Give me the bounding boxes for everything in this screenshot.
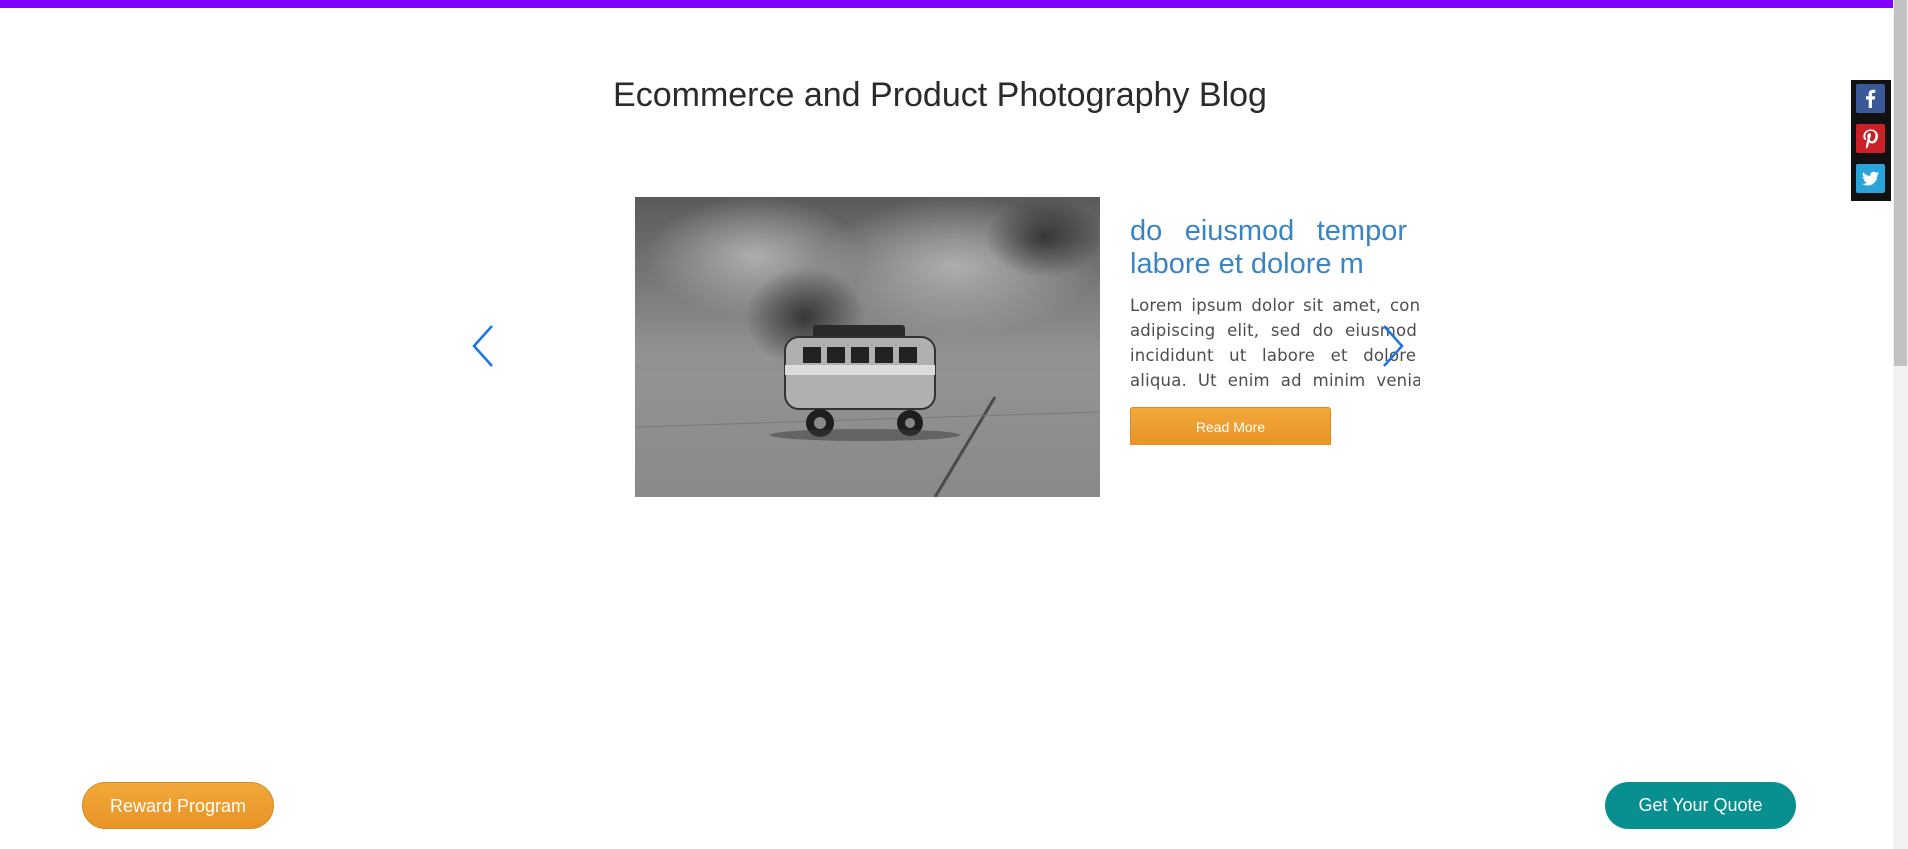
chevron-left-icon [472, 325, 493, 367]
page-title: Ecommerce and Product Photography Blog [613, 76, 1267, 114]
twitter-icon [1862, 171, 1880, 186]
top-accent-bar [0, 0, 1893, 8]
twitter-share-button[interactable] [1856, 164, 1885, 193]
page: Ecommerce and Product Photography Blog d… [0, 0, 1908, 849]
social-share-bar [1851, 80, 1891, 201]
carousel-prev-button[interactable] [462, 316, 502, 376]
post-title[interactable]: do eiusmod tempor labore et dolore m [1130, 215, 1407, 281]
facebook-icon [1866, 89, 1876, 108]
toy-van-photo [635, 197, 1100, 497]
pinterest-icon [1863, 129, 1878, 149]
post-thumbnail[interactable] [635, 197, 1100, 497]
read-more-button[interactable]: Read More [1130, 407, 1331, 445]
pinterest-share-button[interactable] [1856, 124, 1885, 153]
facebook-share-button[interactable] [1856, 84, 1885, 113]
carousel-next-button[interactable] [1374, 316, 1414, 376]
page-scrollbar-thumb[interactable] [1894, 0, 1907, 366]
reward-program-button[interactable]: Reward Program [82, 782, 274, 829]
chevron-right-icon [1383, 325, 1404, 367]
get-quote-button[interactable]: Get Your Quote [1605, 782, 1796, 829]
